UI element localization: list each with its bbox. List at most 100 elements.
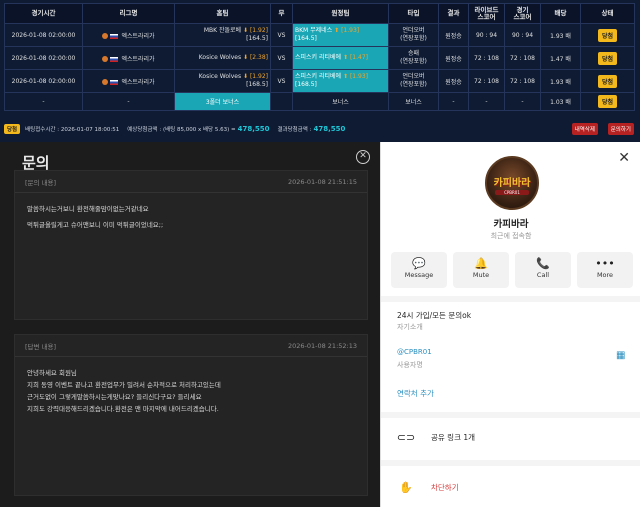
away-team-cell-selected[interactable]: BKM 무제네스 ⬆ [1.93] [164.5] bbox=[292, 23, 389, 47]
odds-text: 1.93 배 bbox=[550, 32, 571, 40]
bonus-label: 3폴더 보너스 bbox=[205, 99, 240, 106]
message-button[interactable]: 💬 Message bbox=[391, 252, 447, 288]
result-amount: 478,550 bbox=[313, 125, 346, 133]
expected-label: 예상당첨금액 : (배팅 85,000 x 배당 5.63) = bbox=[127, 127, 236, 133]
away-team-name: BKM 무제네스 bbox=[295, 27, 333, 34]
profile-panel: ✕ 카피바라 CPBR01 카피바라 최근에 접속함 💬 Message 🔔 M… bbox=[380, 142, 640, 507]
type-text: 언더오버 (연장포함) bbox=[400, 73, 427, 88]
answer-text: 안녕하세요 회원님 지희 동영 이벤트 끝나고 환전업무가 밀려서 순차적으로 처… bbox=[15, 357, 367, 425]
table-row: 2026-01-08 02:00:00 엑스트라리가 Kosice Wolves ⬇… bbox=[4, 46, 635, 70]
message-icon: 💬 bbox=[412, 257, 426, 270]
close-icon[interactable]: ✕ bbox=[356, 150, 370, 164]
more-icon: ••• bbox=[595, 257, 615, 270]
column-header: 상태 bbox=[580, 3, 635, 24]
bonus-away-cell: 보너스 bbox=[292, 92, 389, 111]
bet-summary: 당첨 배팅접수시간 : 2026-01-07 18:00:51 예상당첨금액 :… bbox=[4, 122, 634, 136]
bell-icon: 🔔 bbox=[474, 257, 488, 270]
profile-name: 카피바라 bbox=[493, 219, 529, 230]
divider bbox=[381, 412, 640, 418]
status-badge[interactable]: 당첨 bbox=[597, 74, 618, 88]
home-odds: [1.92] bbox=[249, 73, 268, 80]
username-label: 사용자명 bbox=[397, 361, 423, 369]
table-row: 2026-01-08 02:00:00 엑스트라리가 MBK 잔돌로베 ⬇ [1.9… bbox=[4, 23, 635, 47]
away-team-cell-selected[interactable]: 스피스키 리티베에 ⬆ [1.93] [168.5] bbox=[292, 69, 389, 93]
score-text: 72 : 108 bbox=[510, 77, 535, 85]
delete-history-button[interactable]: 내역삭제 bbox=[571, 123, 598, 135]
column-header: 원정팀 bbox=[292, 3, 389, 24]
mute-label: Mute bbox=[472, 271, 490, 279]
time-text: - bbox=[42, 98, 45, 105]
score-text: - bbox=[521, 98, 524, 105]
time-text: 2026-01-08 02:00:00 bbox=[11, 77, 76, 85]
home-team-cell: Kosice Wolves ⬇ [1.92] [168.5] bbox=[174, 69, 271, 93]
status-cell: 당첨 bbox=[580, 92, 635, 111]
live-score-text: 72 : 108 bbox=[474, 77, 499, 85]
result-text: 원정승 bbox=[445, 32, 462, 40]
result: - bbox=[438, 92, 469, 111]
league-name: 엑스트라리가 bbox=[121, 32, 155, 40]
match-time: 2026-01-08 02:00:00 bbox=[4, 69, 83, 93]
message-line: 먹튀글올릴게고 슈어맨보니 이미 먹튀글이었네요;; bbox=[27, 221, 164, 229]
status-badge[interactable]: 당첨 bbox=[597, 28, 618, 42]
column-header: 결과 bbox=[438, 3, 469, 24]
final-score: 72 : 108 bbox=[504, 69, 541, 93]
column-header: 경기 스코어 bbox=[504, 3, 541, 24]
status-badge[interactable]: 당첨 bbox=[597, 95, 618, 108]
table-row: 2026-01-08 02:00:00 엑스트라리가 Kosice Wolves ⬇… bbox=[4, 69, 635, 93]
answer-time: 2026-01-08 21:52:13 bbox=[287, 341, 357, 350]
arrow-icon: ⬇ bbox=[243, 54, 249, 61]
home-team-name: MBK 잔돌로베 bbox=[203, 27, 242, 34]
bio-text: 24시 가입/모든 문의ok bbox=[397, 311, 472, 320]
league: - bbox=[82, 92, 175, 111]
arrow-icon: ⬆ bbox=[334, 27, 340, 34]
away-odds: [1.93] bbox=[349, 73, 368, 80]
draw-cell bbox=[270, 92, 293, 111]
message-line: 근거도없이 그렇게말씀하시는게맞나요? 들리신다구요? 들리세요 bbox=[27, 393, 202, 401]
result: 원정승 bbox=[438, 46, 469, 70]
question-time: 2026-01-08 21:51:15 bbox=[287, 177, 357, 186]
away-team-name: 스피스키 리티베에 bbox=[295, 73, 342, 80]
more-label: More bbox=[596, 271, 614, 279]
result-label: 결과당첨금액 : bbox=[277, 127, 312, 133]
match-time: - bbox=[4, 92, 83, 111]
add-contact-button[interactable]: 연락처 추가 bbox=[397, 388, 434, 399]
live-score-text: 90 : 94 bbox=[475, 31, 498, 39]
basketball-icon bbox=[102, 33, 109, 39]
bet-type: 언더오버 (연장포함) bbox=[388, 69, 439, 93]
call-label: Call bbox=[536, 271, 550, 279]
block-user-row[interactable]: ✋ 차단하기 bbox=[381, 474, 640, 500]
result: 원정승 bbox=[438, 69, 469, 93]
odds-cell: 1.93 배 bbox=[540, 23, 581, 47]
away-odds: [1.93] bbox=[341, 27, 360, 34]
mute-button[interactable]: 🔔 Mute bbox=[453, 252, 509, 288]
slovakia-flag-icon bbox=[110, 79, 119, 85]
basketball-icon bbox=[102, 79, 109, 85]
shared-links-row[interactable]: ⊂⊃ 공유 링크 1개 bbox=[381, 424, 640, 450]
draw-cell: VS bbox=[270, 69, 293, 93]
message-line: 지희 동영 이벤트 끝나고 환전업무가 밀려서 순차적으로 처리하고있는데 bbox=[27, 381, 221, 389]
league-name: 엑스트라리가 bbox=[121, 55, 155, 63]
result-text: 원정승 bbox=[445, 78, 462, 86]
close-icon[interactable]: ✕ bbox=[618, 150, 630, 166]
phone-icon: 📞 bbox=[536, 257, 550, 270]
odds-text: 1.47 배 bbox=[550, 55, 571, 63]
status-badge[interactable]: 당첨 bbox=[597, 51, 618, 65]
username-link[interactable]: @CPBR01 bbox=[397, 348, 432, 356]
home-team-cell: Kosice Wolves ⬇ [2.38] bbox=[174, 46, 271, 70]
arrow-icon: ⬆ bbox=[343, 54, 349, 61]
column-header: 배당 bbox=[540, 3, 581, 24]
away-line: [168.5] bbox=[295, 81, 317, 88]
column-header: 경기시간 bbox=[4, 3, 83, 24]
away-team-cell-selected[interactable]: 스피스키 리티베에 ⬆ [1.47] bbox=[292, 46, 389, 70]
status-cell: 당첨 bbox=[580, 69, 635, 93]
qr-code-icon[interactable]: ▦ bbox=[616, 350, 628, 364]
inquiry-button[interactable]: 문의하기 bbox=[607, 123, 634, 135]
answer-box: [답변 내용] 2026-01-08 21:52:13 안녕하세요 회원님 지희 … bbox=[14, 334, 368, 496]
more-button[interactable]: ••• More bbox=[577, 252, 633, 288]
message-line: 지희도 강력대응해드리겠습니다.환전은 맨 마지막에 내어드리겠습니다. bbox=[27, 405, 219, 413]
slovakia-flag-icon bbox=[110, 33, 119, 39]
call-button[interactable]: 📞 Call bbox=[515, 252, 571, 288]
result: 원정승 bbox=[438, 23, 469, 47]
time-text: 2026-01-08 02:00:00 bbox=[11, 54, 76, 62]
match-time: 2026-01-08 02:00:00 bbox=[4, 23, 83, 47]
